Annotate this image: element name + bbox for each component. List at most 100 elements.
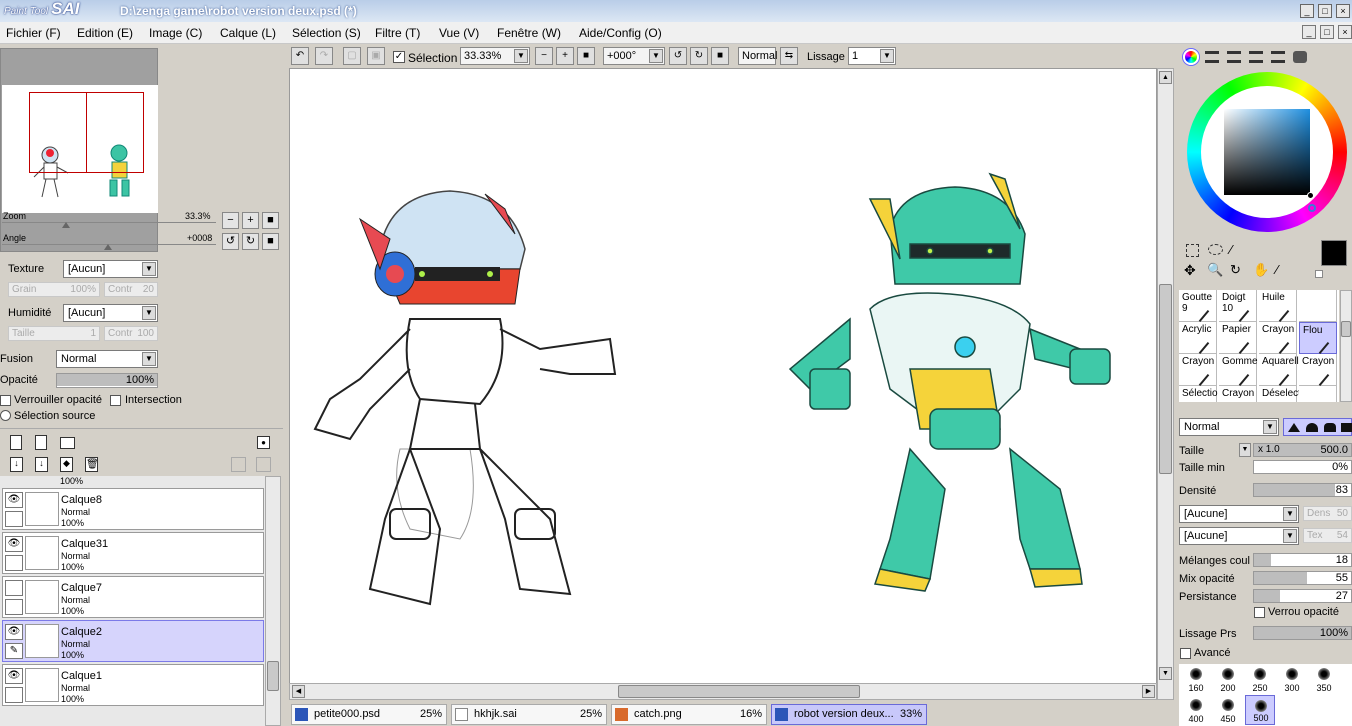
layer-option-icon[interactable] [231, 457, 246, 472]
close-button[interactable]: × [1336, 4, 1350, 18]
brush-acrylic[interactable]: Acrylic [1179, 322, 1217, 355]
brush-size-preset[interactable]: 300 [1277, 664, 1307, 694]
rotate-tool-icon[interactable]: ↻ [1230, 262, 1241, 278]
lock-toggle[interactable] [5, 555, 23, 571]
hand-icon[interactable]: ✋ [1253, 262, 1269, 278]
primary-color-swatch[interactable] [1321, 240, 1347, 266]
lock-toggle[interactable] [5, 511, 23, 527]
brush-size-slider[interactable]: x 1.0 500.0 [1253, 443, 1352, 457]
mix-opacity-slider[interactable]: 55 [1253, 571, 1352, 585]
brush-grid-scrollbar[interactable] [1340, 290, 1352, 402]
brush-mode-select[interactable]: Normal ▼ [1179, 418, 1279, 436]
menu-image[interactable]: Image (C) [149, 26, 202, 40]
layer-scroll-thumb[interactable] [267, 661, 279, 691]
new-folder-icon[interactable] [60, 437, 75, 449]
brush-empty[interactable] [1299, 290, 1337, 322]
humidity-select[interactable]: [Aucun] ▼ [63, 304, 158, 322]
brush-crayon-4[interactable]: Crayon [1219, 386, 1257, 402]
menu-selection[interactable]: Sélection (S) [292, 26, 361, 40]
saturation-value-square[interactable] [1224, 109, 1310, 195]
menu-edition[interactable]: Edition (E) [77, 26, 133, 40]
scratchpad-mode-icon[interactable] [1293, 51, 1307, 63]
menu-vue[interactable]: Vue (V) [439, 26, 479, 40]
eyedropper-icon[interactable]: ⁄ [1276, 262, 1278, 277]
doc-close-button[interactable]: × [1338, 25, 1352, 39]
lock-toggle[interactable] [5, 599, 23, 615]
brush-lock-icon[interactable]: ✎ [5, 643, 23, 659]
density-slider[interactable]: 83 [1253, 483, 1352, 497]
menu-calque[interactable]: Calque (L) [220, 26, 276, 40]
scroll-right-arrow[interactable]: ▶ [1142, 685, 1155, 698]
brush-size-preset[interactable]: 250 [1245, 664, 1275, 694]
brush-size-preset[interactable]: 160 [1181, 664, 1211, 694]
eye-icon[interactable]: 👁 [5, 492, 23, 508]
zoom-in-icon[interactable]: + [556, 47, 574, 65]
hue-picker-cursor[interactable] [1308, 204, 1316, 212]
chevron-down-icon[interactable]: ▼ [1239, 443, 1251, 457]
brush-shape-4-icon[interactable] [1341, 423, 1352, 432]
opacity-slider[interactable]: 100% [56, 373, 158, 388]
zoom-out-button[interactable]: − [222, 212, 239, 229]
minimize-button[interactable]: _ [1300, 4, 1314, 18]
menu-filtre[interactable]: Filtre (T) [375, 26, 420, 40]
eye-icon[interactable]: 👁 [5, 536, 23, 552]
blend-color-slider[interactable]: 18 [1253, 553, 1352, 567]
lock-toggle[interactable] [5, 687, 23, 703]
brush-crayon-1[interactable]: Crayon [1259, 322, 1297, 355]
rotate-left-button[interactable]: ↺ [222, 233, 239, 250]
scroll-down-arrow[interactable]: ▼ [1159, 667, 1172, 680]
zoom-select[interactable]: 33.33% ▼ [460, 47, 530, 65]
brush-crayon-3[interactable]: Crayon [1299, 354, 1337, 387]
clear-layer-icon[interactable]: ◆ [60, 457, 73, 472]
lock-opacity-checkbox[interactable] [0, 395, 11, 406]
brush-selection[interactable]: Sélectio [1179, 386, 1218, 402]
brush-doigt[interactable]: Doigt 10 [1219, 290, 1257, 323]
vertical-scroll-thumb[interactable] [1159, 284, 1172, 474]
zoom-tool-icon[interactable]: 🔍 [1207, 262, 1223, 278]
transfer-down-icon[interactable]: ↓ [35, 457, 48, 472]
layer-list-scrollbar[interactable] [265, 476, 281, 726]
brush-crayon-2[interactable]: Crayon [1179, 354, 1217, 387]
new-layer-icon[interactable] [10, 435, 22, 450]
flip-horizontal-icon[interactable]: ⇆ [780, 47, 798, 65]
intersection-checkbox[interactable] [110, 395, 121, 406]
zoom-reset-button[interactable]: ■ [262, 212, 279, 229]
brush-flou-selected[interactable]: Flou [1299, 322, 1337, 355]
doc-restore-button[interactable]: □ [1320, 25, 1334, 39]
brush-shape-3-icon[interactable] [1324, 423, 1336, 432]
lasso-icon[interactable] [1208, 244, 1223, 255]
smooth-pressure-slider[interactable]: 100% [1253, 626, 1352, 640]
magic-wand-icon[interactable]: ⁄ [1230, 242, 1232, 257]
new-vector-layer-icon[interactable] [35, 435, 47, 450]
brush-shape-1-icon[interactable] [1288, 423, 1300, 432]
delete-layer-icon[interactable]: 🗑 [85, 457, 99, 472]
invert-selection-icon[interactable]: ▣ [367, 47, 385, 65]
menu-aide[interactable]: Aide/Config (O) [579, 26, 662, 40]
zoom-slider-handle[interactable] [62, 222, 70, 228]
canvas-horizontal-scrollbar[interactable]: ◀ ▶ [289, 683, 1157, 700]
brush-aquarell[interactable]: Aquarell [1259, 354, 1299, 387]
rotate-right-button[interactable]: ↻ [242, 233, 259, 250]
source-selection-radio[interactable] [0, 410, 11, 421]
brush-goutte[interactable]: Goutte 9 [1179, 290, 1217, 323]
brush-gomme[interactable]: Gomme [1219, 354, 1258, 387]
drawing-canvas[interactable] [289, 68, 1157, 686]
fusion-select[interactable]: Normal ▼ [56, 350, 158, 368]
scroll-left-arrow[interactable]: ◀ [292, 685, 305, 698]
mask-icon[interactable]: ● [257, 436, 270, 449]
brush-texture-select-2[interactable]: [Aucune] ▼ [1179, 527, 1299, 545]
zoom-fit-icon[interactable]: ■ [577, 47, 595, 65]
scroll-up-arrow[interactable]: ▲ [1159, 71, 1172, 84]
color-picker-cursor[interactable] [1307, 192, 1314, 199]
merge-down-icon[interactable]: ↓ [10, 457, 23, 472]
smoothing-select[interactable]: 1 ▼ [848, 47, 896, 65]
hsv-slider-mode-icon[interactable] [1227, 51, 1241, 63]
undo-icon[interactable]: ↶ [291, 47, 309, 65]
texture-select[interactable]: [Aucun] ▼ [63, 260, 158, 278]
tab-hkhjk[interactable]: hkhjk.sai 25% [451, 704, 607, 725]
brush-size-preset[interactable]: 200 [1213, 664, 1243, 694]
eye-icon[interactable]: 👁 [5, 624, 23, 640]
rotate-reset-button[interactable]: ■ [262, 233, 279, 250]
brush-scroll-thumb[interactable] [1341, 321, 1351, 337]
swatches-mode-icon[interactable] [1271, 51, 1285, 63]
